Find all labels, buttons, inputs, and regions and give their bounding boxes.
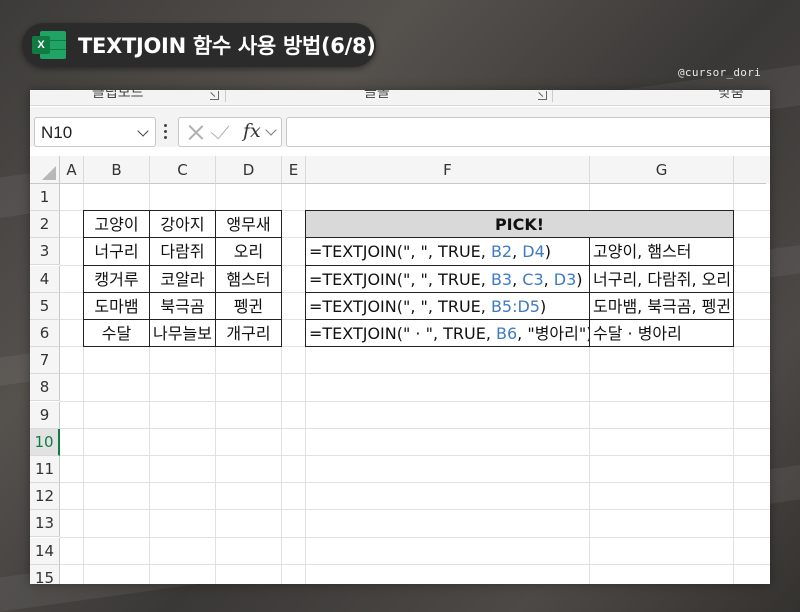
row-header-6[interactable]: 6 xyxy=(30,320,60,347)
animal-cell[interactable]: 고양이 xyxy=(83,210,150,239)
row-header-4[interactable]: 4 xyxy=(30,265,60,293)
column-header-d[interactable]: D xyxy=(216,156,282,184)
insert-function-icon[interactable]: fx xyxy=(243,120,261,142)
formula-text: ) xyxy=(576,269,583,289)
formula-text: , xyxy=(512,269,523,289)
ribbon-group-font: 글꼴 xyxy=(364,90,390,101)
animal-cell[interactable]: 햄스터 xyxy=(215,264,282,293)
gridline xyxy=(60,509,770,511)
cell-reference: B2 xyxy=(490,242,513,262)
formula-text: =TEXTJOIN(", ", TRUE, xyxy=(309,242,491,262)
gridline xyxy=(60,482,770,484)
row-header-7[interactable]: 7 xyxy=(30,347,60,375)
page-title: TEXTJOIN 함수 사용 방법(6/8) xyxy=(78,34,376,58)
formula-cell[interactable]: =TEXTJOIN(", ", TRUE, B5:D5) xyxy=(305,291,590,320)
chevron-down-icon[interactable] xyxy=(137,125,149,137)
cell-reference: B5:D5 xyxy=(490,296,540,316)
font-launcher-icon[interactable] xyxy=(538,91,547,100)
formula-text: , xyxy=(543,269,554,289)
row-header-15[interactable]: 15 xyxy=(30,564,60,584)
title-banner: X TEXTJOIN 함수 사용 방법(6/8) xyxy=(22,23,376,67)
animal-cell[interactable]: 오리 xyxy=(215,237,282,266)
gridline xyxy=(60,427,770,429)
row-header-2[interactable]: 2 xyxy=(30,211,60,239)
animal-cell[interactable]: 너구리 xyxy=(83,237,150,266)
cancel-icon[interactable] xyxy=(187,123,205,141)
animal-cell[interactable]: 캥거루 xyxy=(83,264,150,293)
row-header-3[interactable]: 3 xyxy=(30,238,60,266)
animal-cell[interactable]: 앵무새 xyxy=(215,210,282,239)
row-header-5[interactable]: 5 xyxy=(30,292,60,320)
ribbon-group-alignment: 맞춤 xyxy=(718,90,744,101)
result-cell[interactable]: 고양이, 햄스터 xyxy=(589,237,734,266)
gridline xyxy=(60,563,770,565)
enter-check-icon[interactable] xyxy=(210,119,230,140)
watermark: @cursor_dori xyxy=(678,66,762,79)
row-header-9[interactable]: 9 xyxy=(30,401,60,429)
column-header-a[interactable]: A xyxy=(60,156,84,184)
row-header-1[interactable]: 1 xyxy=(30,184,60,211)
excel-window: 클립보드 글꼴 맞춤 N10 fx A B C D E F G 1 2 3 4 5 6 7 8 9 10 11 12… xyxy=(30,90,770,584)
formula-text: ) xyxy=(539,296,547,316)
more-options-icon[interactable] xyxy=(164,124,167,142)
animal-cell[interactable]: 코알라 xyxy=(149,264,216,293)
animal-cell[interactable]: 개구리 xyxy=(215,319,282,348)
result-cell[interactable]: 도마뱀, 북극곰, 펭귄 xyxy=(589,291,734,320)
animal-cell[interactable]: 나무늘보 xyxy=(149,319,216,348)
formula-cell[interactable]: =TEXTJOIN(", ", TRUE, B3, C3, D3) xyxy=(305,264,590,293)
formula-input[interactable] xyxy=(286,117,770,147)
clipboard-launcher-icon[interactable] xyxy=(210,91,219,100)
column-header-h[interactable] xyxy=(734,156,770,184)
row-header-14[interactable]: 14 xyxy=(30,537,60,565)
gridline xyxy=(60,455,770,456)
formula-text: =TEXTJOIN(", ", TRUE, xyxy=(309,296,491,316)
formula-text: , "병아리") xyxy=(517,324,590,343)
animal-cell[interactable]: 펭귄 xyxy=(215,291,282,320)
cell-reference: B6 xyxy=(496,324,518,343)
ribbon-group-clipboard: 클립보드 xyxy=(92,90,144,101)
name-box[interactable]: N10 xyxy=(34,117,156,147)
cell-reference: B3 xyxy=(490,269,513,289)
column-header-g[interactable]: G xyxy=(590,156,734,184)
animal-cell[interactable]: 다람쥐 xyxy=(149,237,216,266)
result-cell[interactable]: 수달 · 병아리 xyxy=(589,319,734,348)
formula-text: , xyxy=(512,242,523,262)
row-header-10[interactable]: 10 xyxy=(30,428,60,456)
formula-buttons: fx xyxy=(178,117,282,147)
ribbon-group-labels: 클립보드 글꼴 맞춤 xyxy=(30,90,770,106)
formula-text: ) xyxy=(544,242,552,262)
gridline xyxy=(60,400,770,402)
animal-cell[interactable]: 강아지 xyxy=(149,210,216,239)
formula-cell[interactable]: =TEXTJOIN(" · ", TRUE, B6, "병아리") xyxy=(305,319,590,348)
result-cell[interactable]: 너구리, 다람쥐, 오리 xyxy=(589,264,734,293)
column-header-b[interactable]: B xyxy=(84,156,150,184)
column-header-c[interactable]: C xyxy=(150,156,216,184)
cell-reference: D3 xyxy=(553,269,577,289)
pick-header[interactable]: PICK! xyxy=(305,210,734,239)
cell-reference: D4 xyxy=(522,242,545,262)
expand-chevron-icon[interactable] xyxy=(265,124,277,136)
column-header-f[interactable]: F xyxy=(306,156,590,184)
row-header-12[interactable]: 12 xyxy=(30,483,60,511)
animal-cell[interactable]: 도마뱀 xyxy=(83,291,150,320)
gridline xyxy=(60,373,770,375)
row-header-13[interactable]: 13 xyxy=(30,510,60,538)
row-header-11[interactable]: 11 xyxy=(30,456,60,483)
animal-cell[interactable]: 북극곰 xyxy=(149,291,216,320)
column-header-e[interactable]: E xyxy=(282,156,306,184)
name-box-value: N10 xyxy=(41,123,73,142)
formula-bar: N10 fx xyxy=(30,107,770,147)
cell-reference: C3 xyxy=(522,269,544,289)
formula-text: =TEXTJOIN(", ", TRUE, xyxy=(309,269,491,289)
excel-logo-icon: X xyxy=(32,30,68,60)
gridline xyxy=(60,536,770,538)
animal-cell[interactable]: 수달 xyxy=(83,319,150,348)
formula-text: =TEXTJOIN(" · ", TRUE, xyxy=(309,324,497,343)
row-header-8[interactable]: 8 xyxy=(30,374,60,402)
select-all-corner[interactable] xyxy=(30,156,60,184)
formula-cell[interactable]: =TEXTJOIN(", ", TRUE, B2, D4) xyxy=(305,237,590,266)
